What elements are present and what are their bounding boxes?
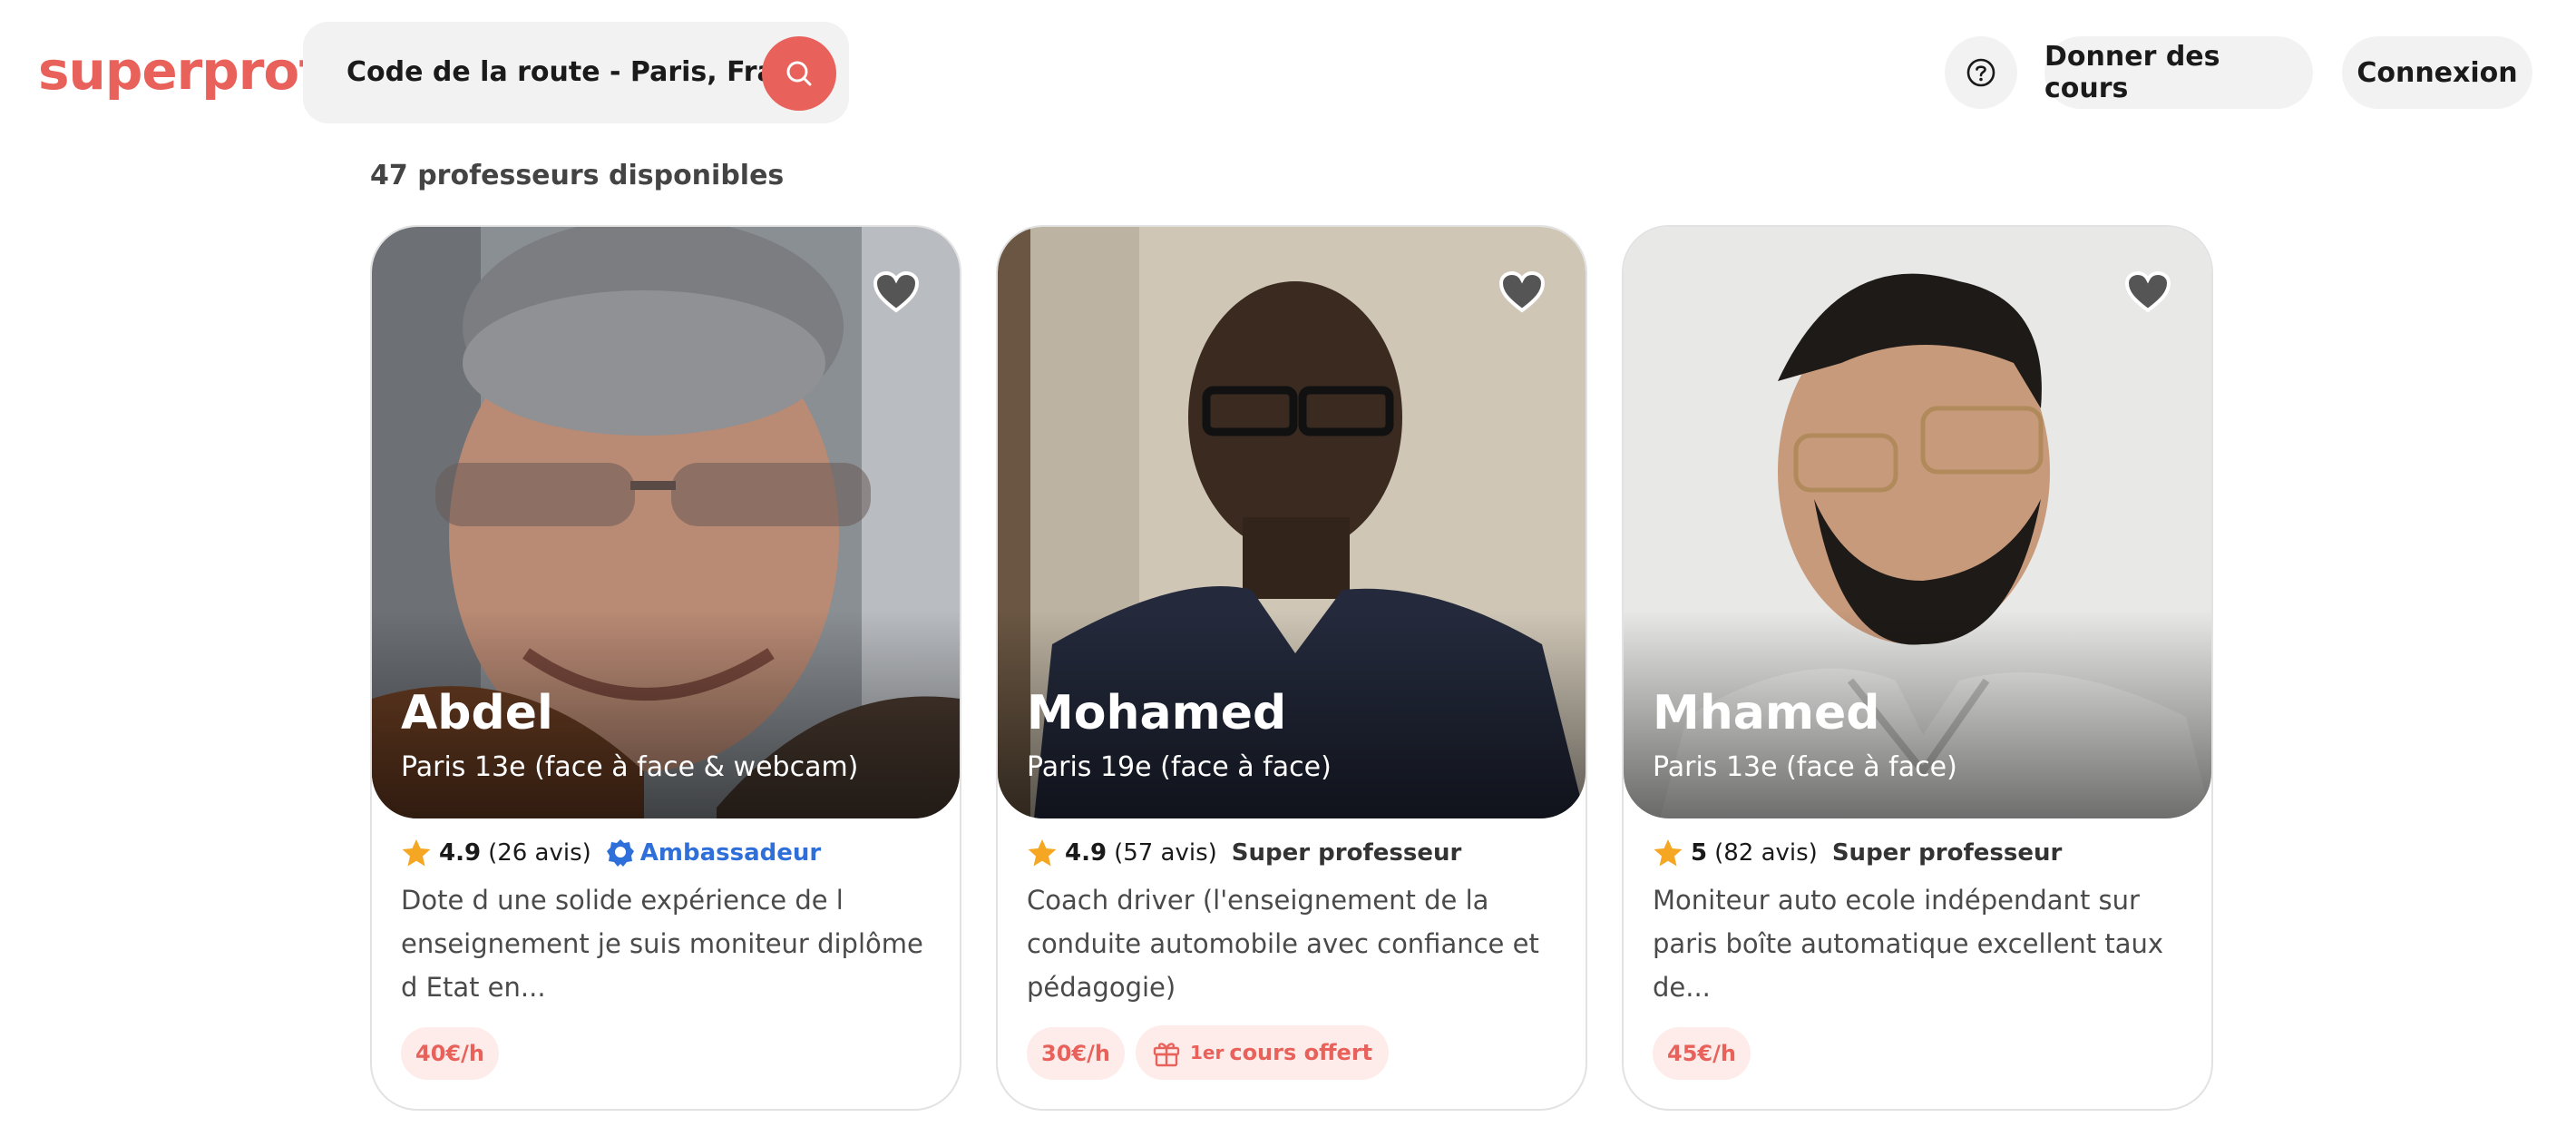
tutor-location: Paris 19e (face à face) (1027, 751, 1332, 783)
help-icon (1966, 58, 1995, 87)
give-lessons-button[interactable]: Donner des cours (2044, 36, 2313, 109)
review-count: (26 avis) (488, 839, 591, 867)
tutor-card[interactable]: Abdel Paris 13e (face à face & webcam) 4… (370, 225, 961, 1111)
tutor-photo: Mhamed Paris 13e (face à face) (1624, 227, 2211, 818)
tutor-description: Dote d une solide expérience de l enseig… (401, 885, 923, 1003)
offer-sup: 1er (1190, 1042, 1225, 1063)
rating-score: 5 (1691, 839, 1708, 867)
favorite-heart-icon[interactable] (1498, 270, 1546, 314)
super-teacher-badge: Super professeur (1831, 839, 2063, 867)
favorite-heart-icon[interactable] (873, 270, 920, 314)
review-count: (57 avis) (1114, 839, 1217, 867)
tutor-card[interactable]: Mhamed Paris 13e (face à face) 5 (82 avi… (1622, 225, 2213, 1111)
gift-icon (1153, 1043, 1180, 1067)
favorite-heart-icon[interactable] (2124, 270, 2171, 314)
results-count: 47 professeurs disponibles (370, 160, 785, 191)
search-input[interactable]: Code de la route - Paris, France (346, 56, 829, 88)
search-button[interactable] (762, 36, 836, 111)
price-badge: 45€/h (1653, 1027, 1751, 1080)
ambassador-badge: Ambassadeur (606, 838, 821, 867)
price-badge: 30€/h (1027, 1027, 1125, 1080)
price-badge: 40€/h (401, 1027, 499, 1080)
free-lesson-badge: 1er cours offert (1136, 1025, 1390, 1080)
rating-score: 4.9 (1065, 839, 1107, 867)
tutor-location: Paris 13e (face à face) (1653, 751, 1957, 783)
star-icon (402, 839, 431, 867)
tutor-name: Mhamed (1653, 686, 1880, 740)
tutor-name: Abdel (401, 686, 553, 740)
star-icon (1028, 839, 1057, 867)
rating-row: 4.9 (57 avis) Super professeur (1027, 835, 1461, 871)
rating-row: 5 (82 avis) Super professeur (1653, 835, 2062, 871)
offer-label: cours offert (1229, 1040, 1373, 1065)
ambassador-label: Ambassadeur (639, 839, 822, 867)
tutor-description: Moniteur auto ecole indépendant sur pari… (1653, 885, 2164, 1003)
tutor-name: Mohamed (1027, 686, 1287, 740)
superprof-logo[interactable]: superprof (38, 40, 321, 102)
search-icon (786, 61, 812, 86)
super-teacher-badge: Super professeur (1231, 839, 1462, 867)
tutor-card[interactable]: Mohamed Paris 19e (face à face) 4.9 (57 … (996, 225, 1587, 1111)
tutor-location: Paris 13e (face à face & webcam) (401, 751, 859, 783)
help-button[interactable] (1945, 36, 2017, 109)
rating-score: 4.9 (439, 839, 482, 867)
tutor-photo: Mohamed Paris 19e (face à face) (998, 227, 1586, 818)
star-icon (1654, 839, 1683, 867)
search-bar[interactable]: Code de la route - Paris, France (303, 22, 849, 123)
ambassador-badge-icon (606, 839, 634, 867)
review-count: (82 avis) (1714, 839, 1818, 867)
tutor-photo: Abdel Paris 13e (face à face & webcam) (372, 227, 960, 818)
rating-row: 4.9 (26 avis) Ambassadeur (401, 835, 821, 871)
tutor-description: Coach driver (l'enseignement de la condu… (1027, 885, 1539, 1003)
login-button[interactable]: Connexion (2342, 36, 2532, 109)
